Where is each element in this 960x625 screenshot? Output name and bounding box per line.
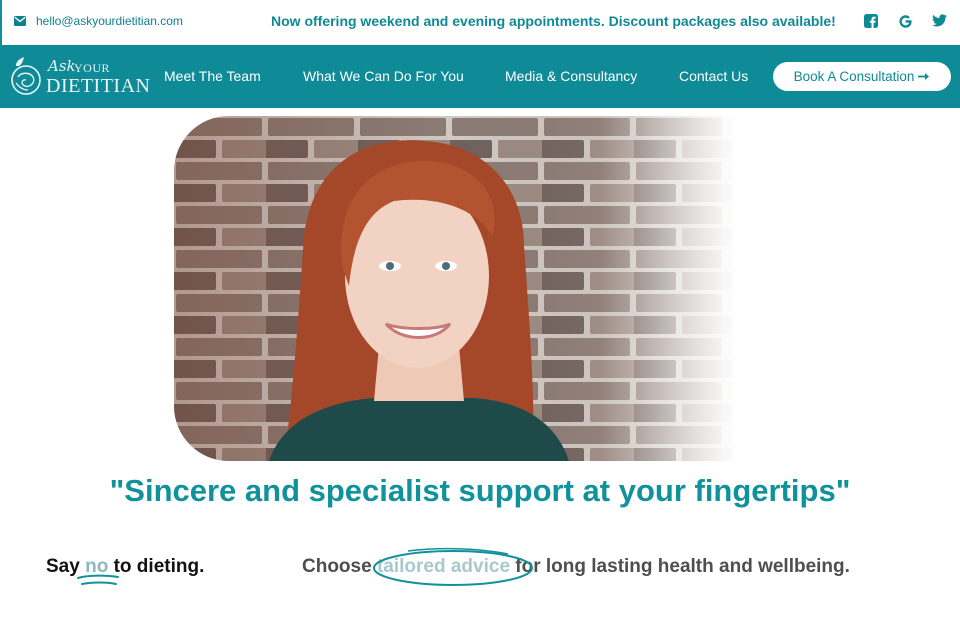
logo-dietitian-text: DIETITIAN [46,75,151,97]
book-consultation-button[interactable]: Book A Consultation [773,62,951,91]
hero-quote: "Sincere and specialist support at your … [109,473,851,508]
nav-item-contact-us[interactable]: Contact Us [679,68,748,84]
book-consultation-label: Book A Consultation [793,69,915,84]
twitter-link[interactable] [932,14,947,27]
hero-fade-overlay [600,116,760,461]
choose-suffix: for long lasting health and wellbeing. [510,556,850,577]
say-no-tagline: Say no to dieting. [46,556,204,578]
promo-banner: Now offering weekend and evening appoint… [271,13,836,29]
say-prefix: Say [46,556,86,577]
nav-item-media-consultancy[interactable]: Media & Consultancy [505,68,637,84]
site-logo[interactable]: Ask YOUR DIETITIAN [10,55,150,100]
logo-your-text: YOUR [74,61,111,75]
envelope-icon [14,16,26,26]
email-link[interactable]: hello@askyourdietitian.com [14,14,183,28]
choose-tailored-tagline: Choose tailored advice for long lasting … [302,556,850,578]
google-icon [899,15,912,28]
nav-item-meet-the-team[interactable]: Meet The Team [164,68,261,84]
nav-item-what-we-can-do[interactable]: What We Can Do For You [303,68,464,84]
say-suffix: to dieting. [108,556,205,577]
main-navigation: Ask YOUR DIETITIAN Meet The Team What We… [0,45,960,108]
email-text[interactable]: hello@askyourdietitian.com [36,14,183,28]
facebook-link[interactable] [864,14,878,28]
choose-prefix: Choose [302,556,377,577]
facebook-icon [864,14,878,28]
choose-highlight: tailored advice [376,556,511,577]
logo-emblem-icon [11,57,41,95]
arrow-right-icon [918,73,930,80]
logo-ask-text: Ask [48,57,76,75]
say-no-word: no [85,556,109,577]
google-link[interactable] [898,14,913,29]
twitter-icon [932,14,947,27]
top-bar: hello@askyourdietitian.com Now offering … [0,0,960,45]
